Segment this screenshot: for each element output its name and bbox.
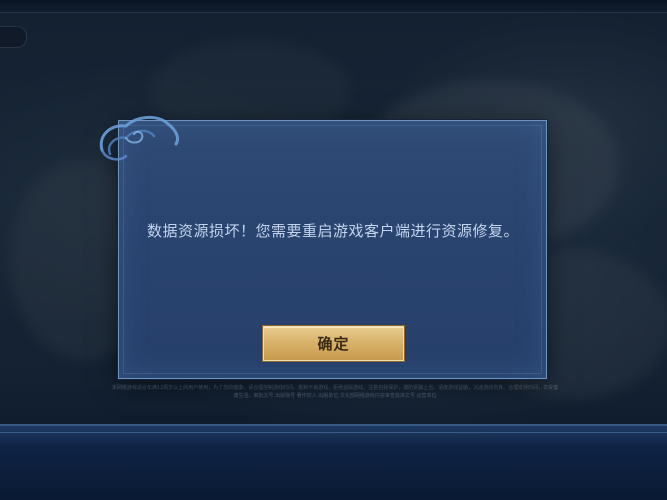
cloud-swirl-ornament-icon [99,116,180,161]
game-screen: 本网络游戏适合年满12周岁以上的用户使用；为了您的健康，请合理控制游戏时间。抵制… [0,0,667,500]
confirm-button[interactable]: 确定 [263,326,404,361]
bottom-band [0,424,667,500]
legal-notice: 本网络游戏适合年满12周岁以上的用户使用；为了您的健康，请合理控制游戏时间。抵制… [111,385,559,399]
dialog-message: 数据资源损坏！您需要重启游戏客户端进行资源修复。 [146,222,519,240]
